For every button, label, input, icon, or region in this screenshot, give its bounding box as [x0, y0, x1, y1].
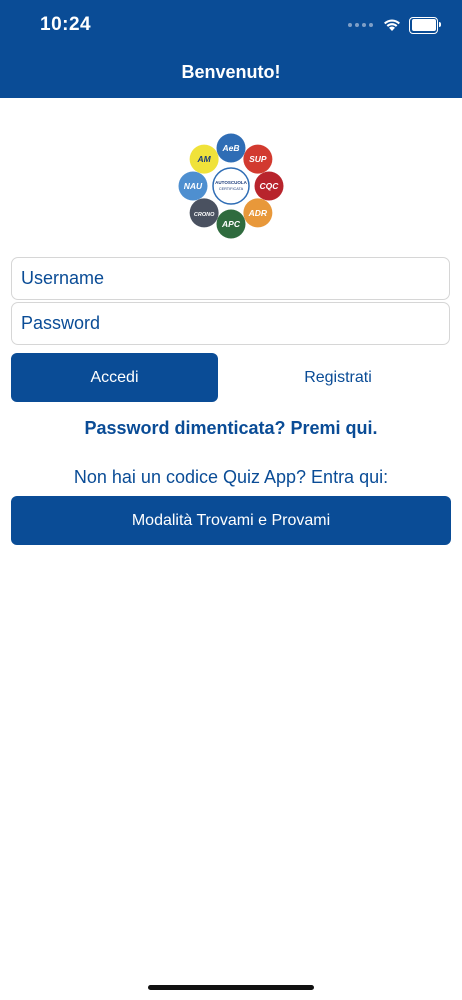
status-icons	[348, 16, 441, 34]
quiz-code-hint: Non hai un codice Quiz App? Entra qui:	[73, 467, 389, 487]
forgot-password-link[interactable]: Password dimenticata? Premi qui.	[0, 418, 462, 439]
logo-petal-label: AeB	[221, 143, 239, 153]
logo-petal-label: CQC	[260, 181, 280, 191]
logo-petal-label: APC	[221, 219, 241, 229]
register-button[interactable]: Registrati	[236, 353, 440, 402]
logo-petal-label: SUP	[249, 154, 267, 164]
school-logo: AeB SUP CQC ADR APC CRONO NAU AM AUTOSCUOLA CER…	[178, 133, 284, 239]
battery-icon	[409, 16, 441, 34]
logo-center-text-2: CERTIFICATA	[219, 187, 244, 191]
status-time: 10:24	[40, 14, 92, 35]
logo-petal-label: ADR	[248, 208, 268, 218]
logo-petal-label: AM	[197, 154, 212, 164]
signal-dots-icon	[348, 23, 373, 27]
login-button[interactable]: Accedi	[11, 353, 218, 402]
logo-center-text-1: AUTOSCUOLA	[215, 180, 247, 185]
trial-mode-button[interactable]: Modalità Trovami e Provami	[11, 496, 451, 545]
logo-petal-label: CRONO	[194, 212, 215, 218]
password-field[interactable]: Password	[11, 302, 450, 345]
password-placeholder: Password	[21, 313, 101, 333]
username-placeholder: Username	[21, 268, 105, 288]
navigation-bar: 10:24 Benvenuto!	[0, 0, 462, 98]
username-field[interactable]: Username	[11, 257, 450, 300]
logo-petal-label: NAU	[184, 181, 203, 191]
page-title: Benvenuto!	[181, 62, 281, 82]
home-indicator	[148, 985, 314, 990]
wifi-icon	[384, 19, 400, 31]
